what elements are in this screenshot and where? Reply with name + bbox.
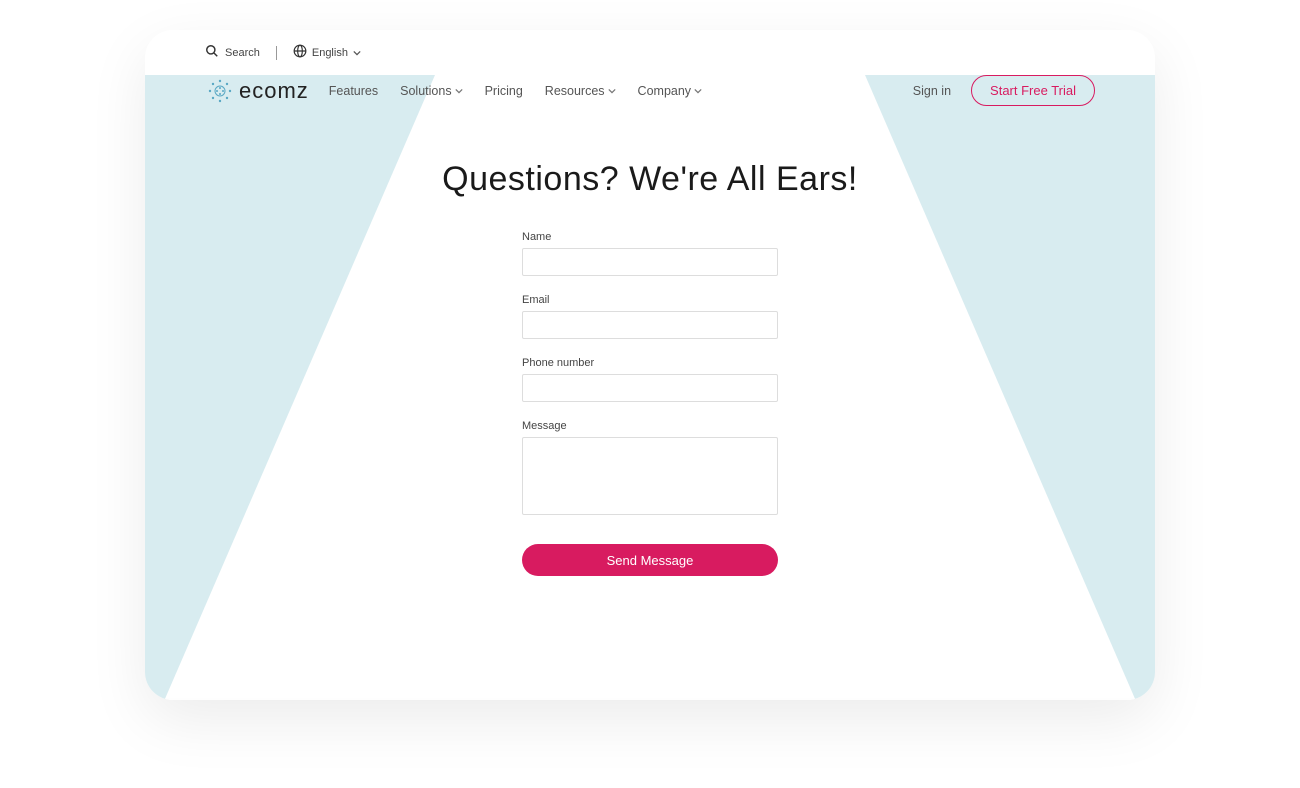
phone-label: Phone number	[522, 357, 778, 369]
form-group-message: Message	[522, 420, 778, 520]
form-group-email: Email	[522, 294, 778, 339]
nav-item-label: Features	[329, 84, 378, 98]
language-selector[interactable]: English	[293, 44, 361, 61]
chevron-down-icon	[455, 87, 463, 95]
nav-item-label: Resources	[545, 84, 605, 98]
signin-link[interactable]: Sign in	[913, 84, 951, 98]
email-label: Email	[522, 294, 778, 306]
nav-item-label: Company	[638, 84, 692, 98]
nav-item-pricing[interactable]: Pricing	[485, 84, 523, 98]
topbar-divider	[276, 46, 277, 60]
nav-right: Sign in Start Free Trial	[913, 75, 1095, 106]
chevron-down-icon	[353, 49, 361, 57]
form-group-phone: Phone number	[522, 357, 778, 402]
laptop-frame: Search English	[145, 30, 1155, 700]
message-textarea[interactable]	[522, 437, 778, 515]
navbar: ecomz Features Solutions Pricing Resourc…	[145, 67, 1155, 118]
start-free-trial-button[interactable]: Start Free Trial	[971, 75, 1095, 106]
phone-input[interactable]	[522, 374, 778, 402]
contact-form: Name Email Phone number Message Send Mes…	[522, 231, 778, 576]
search-link[interactable]: Search	[205, 44, 260, 61]
nav-item-label: Pricing	[485, 84, 523, 98]
page-heading: Questions? We're All Ears!	[145, 160, 1155, 199]
search-label: Search	[225, 47, 260, 59]
language-label: English	[312, 47, 348, 59]
logo-text: ecomz	[239, 78, 309, 104]
search-icon	[205, 44, 219, 61]
nav-item-company[interactable]: Company	[638, 84, 703, 98]
email-input[interactable]	[522, 311, 778, 339]
logo-icon	[205, 76, 235, 106]
nav-item-solutions[interactable]: Solutions	[400, 84, 462, 98]
message-label: Message	[522, 420, 778, 432]
screen: Search English	[145, 30, 1155, 700]
topbar: Search English	[145, 30, 1155, 67]
chevron-down-icon	[608, 87, 616, 95]
nav-item-features[interactable]: Features	[329, 84, 378, 98]
name-label: Name	[522, 231, 778, 243]
globe-icon	[293, 44, 307, 61]
chevron-down-icon	[694, 87, 702, 95]
form-group-name: Name	[522, 231, 778, 276]
nav-item-resources[interactable]: Resources	[545, 84, 616, 98]
name-input[interactable]	[522, 248, 778, 276]
main-content: Questions? We're All Ears! Name Email Ph…	[145, 118, 1155, 576]
nav-links: Features Solutions Pricing Resources	[329, 84, 702, 98]
nav-item-label: Solutions	[400, 84, 451, 98]
logo[interactable]: ecomz	[205, 76, 309, 106]
send-message-button[interactable]: Send Message	[522, 544, 778, 576]
